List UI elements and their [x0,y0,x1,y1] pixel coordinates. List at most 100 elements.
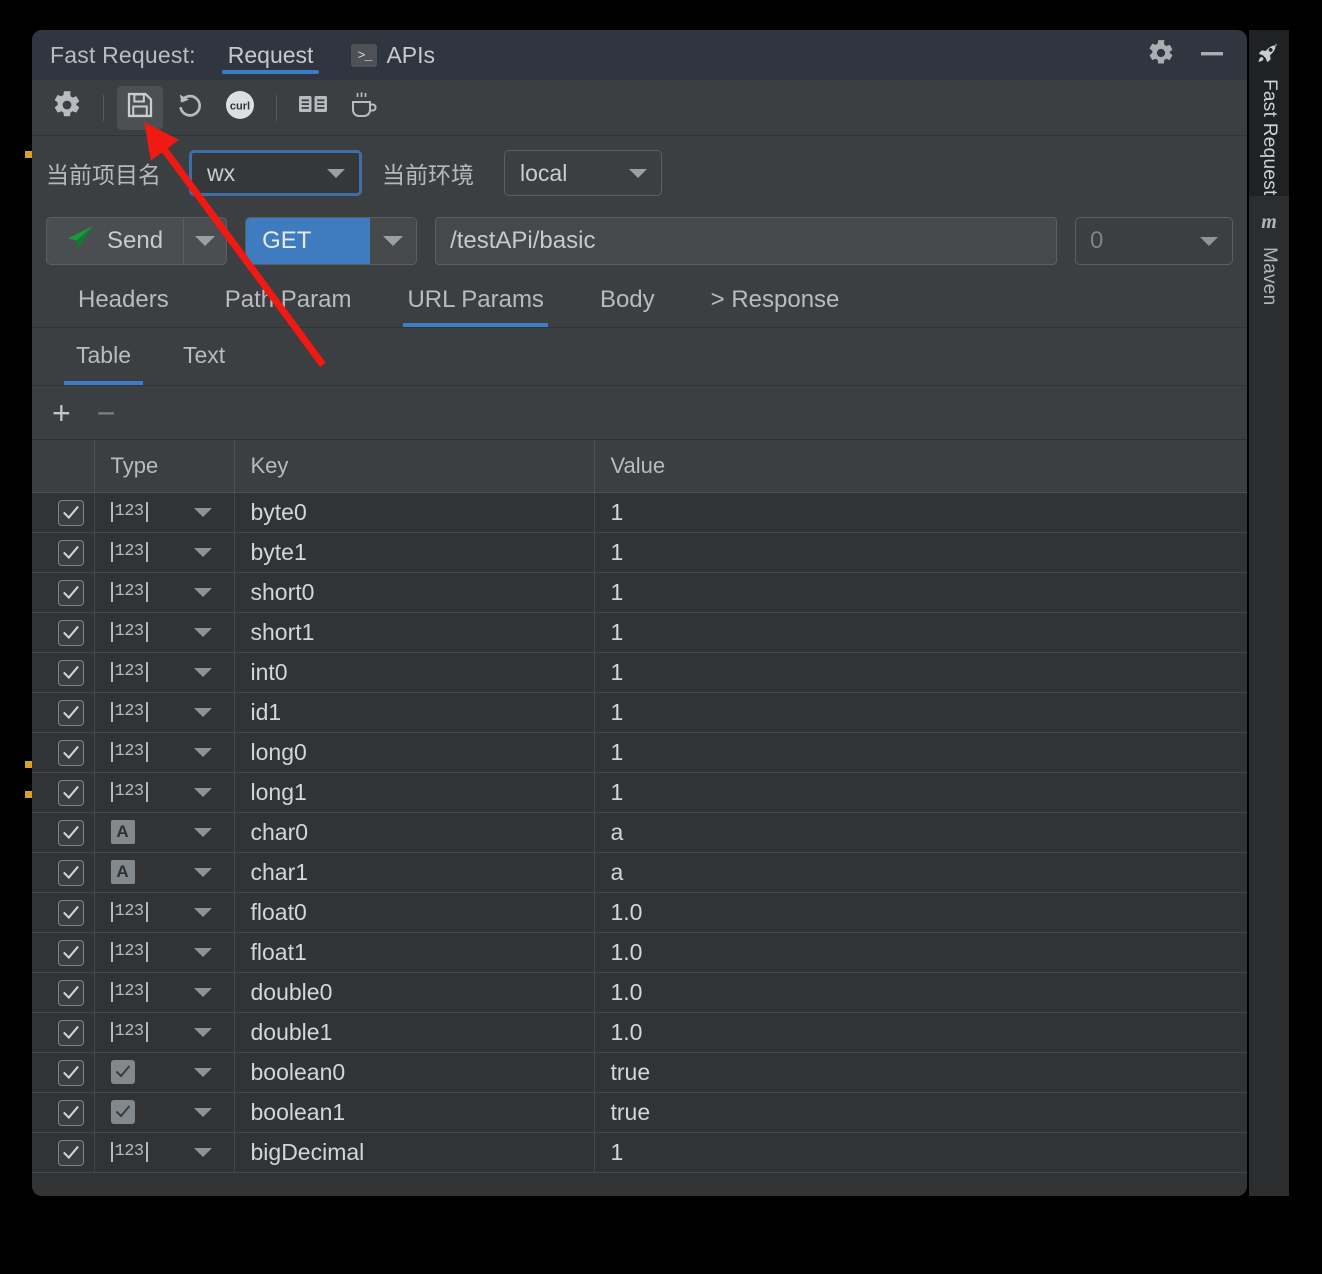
row-type-select[interactable]: 123 [94,652,235,693]
tab-apis[interactable]: >_ APIs [345,30,441,80]
table-row[interactable]: 123 long0 1 [32,732,1247,773]
tab-url-params[interactable]: URL Params [379,286,571,327]
row-key-cell[interactable]: char0 [234,812,595,853]
table-row[interactable]: boolean1 true [32,1092,1247,1133]
send-button-group[interactable]: Send [46,217,228,265]
col-value[interactable]: Value [594,440,1247,493]
table-row[interactable]: 123 short1 1 [32,612,1247,653]
row-enabled-checkbox[interactable] [32,732,95,773]
table-row[interactable]: 123 double0 1.0 [32,972,1247,1013]
tab-body[interactable]: Body [572,286,683,327]
port-select[interactable]: 0 [1075,217,1233,265]
row-key-cell[interactable]: bigDecimal [234,1132,595,1173]
row-enabled-checkbox[interactable] [32,532,95,573]
row-value-cell[interactable]: 1 [594,572,1247,613]
row-value-cell[interactable]: 1.0 [594,1012,1247,1053]
row-key-cell[interactable]: short1 [234,612,595,653]
url-input[interactable]: /testAPi/basic [435,217,1057,265]
minimize-icon[interactable] [1197,39,1227,72]
row-value-cell[interactable]: 1 [594,732,1247,773]
tab-request[interactable]: Request [221,30,320,80]
table-row[interactable]: 123 bigDecimal 1 [32,1132,1247,1173]
tab-headers[interactable]: Headers [50,286,197,327]
row-enabled-checkbox[interactable] [32,772,95,813]
project-select[interactable]: wx [189,150,362,196]
row-value-cell[interactable]: 1.0 [594,932,1247,973]
sidebar-item-maven[interactable]: m Maven [1249,196,1289,306]
table-row[interactable]: Achar1 a [32,852,1247,893]
row-key-cell[interactable]: float1 [234,932,595,973]
row-enabled-checkbox[interactable] [32,1012,95,1053]
curl-button[interactable]: curl [217,86,263,130]
tab-response[interactable]: > Response [683,286,868,327]
table-row[interactable]: 123 float0 1.0 [32,892,1247,933]
row-type-select[interactable] [94,1092,235,1133]
row-key-cell[interactable]: byte0 [234,492,595,533]
row-enabled-checkbox[interactable] [32,812,95,853]
row-value-cell[interactable]: true [594,1092,1247,1133]
table-row[interactable]: boolean0 true [32,1052,1247,1093]
sidebar-item-fast-request[interactable]: Fast Request [1249,30,1289,196]
row-type-select[interactable]: 123 [94,732,235,773]
row-key-cell[interactable]: long0 [234,732,595,773]
row-value-cell[interactable]: true [594,1052,1247,1093]
row-value-cell[interactable]: 1 [594,772,1247,813]
row-enabled-checkbox[interactable] [32,892,95,933]
row-type-select[interactable]: 123 [94,532,235,573]
row-type-select[interactable]: 123 [94,1012,235,1053]
table-row[interactable]: 123 double1 1.0 [32,1012,1247,1053]
row-type-select[interactable]: 123 [94,572,235,613]
row-type-select[interactable]: 123 [94,1132,235,1173]
method-select[interactable]: GET [245,217,418,265]
coffee-button[interactable] [340,86,386,130]
reset-button[interactable] [167,86,213,130]
row-key-cell[interactable]: byte1 [234,532,595,573]
row-key-cell[interactable]: int0 [234,652,595,693]
tab-path-param[interactable]: Path Param [197,286,380,327]
row-key-cell[interactable]: long1 [234,772,595,813]
col-enabled[interactable] [32,440,95,493]
col-key[interactable]: Key [234,440,595,493]
row-type-select[interactable]: 123 [94,972,235,1013]
table-row[interactable]: 123 id1 1 [32,692,1247,733]
row-type-select[interactable]: A [94,812,235,853]
row-value-cell[interactable]: 1.0 [594,892,1247,933]
row-key-cell[interactable]: float0 [234,892,595,933]
row-value-cell[interactable]: 1 [594,612,1247,653]
row-enabled-checkbox[interactable] [32,852,95,893]
row-value-cell[interactable]: a [594,852,1247,893]
table-row[interactable]: 123 float1 1.0 [32,932,1247,973]
table-row[interactable]: 123 short0 1 [32,572,1247,613]
row-enabled-checkbox[interactable] [32,1092,95,1133]
row-value-cell[interactable]: 1 [594,532,1247,573]
tab-text[interactable]: Text [157,342,251,385]
row-type-select[interactable]: 123 [94,892,235,933]
row-enabled-checkbox[interactable] [32,692,95,733]
row-enabled-checkbox[interactable] [32,612,95,653]
row-value-cell[interactable]: 1 [594,492,1247,533]
row-key-cell[interactable]: boolean1 [234,1092,595,1133]
save-button[interactable] [117,85,163,130]
row-type-select[interactable]: 123 [94,492,235,533]
row-type-select[interactable]: 123 [94,772,235,813]
row-enabled-checkbox[interactable] [32,652,95,693]
environment-select[interactable]: local [504,150,662,196]
row-value-cell[interactable]: 1.0 [594,972,1247,1013]
row-enabled-checkbox[interactable] [32,932,95,973]
row-enabled-checkbox[interactable] [32,572,95,613]
table-row[interactable]: 123 byte0 1 [32,492,1247,533]
row-value-cell[interactable]: 1 [594,1132,1247,1173]
send-button[interactable]: Send [47,218,183,264]
row-key-cell[interactable]: char1 [234,852,595,893]
docs-button[interactable] [290,86,336,130]
row-enabled-checkbox[interactable] [32,1132,95,1173]
toolbar-settings-button[interactable] [44,86,90,130]
row-key-cell[interactable]: double0 [234,972,595,1013]
row-enabled-checkbox[interactable] [32,1052,95,1093]
row-value-cell[interactable]: 1 [594,692,1247,733]
table-row[interactable]: 123 byte1 1 [32,532,1247,573]
row-enabled-checkbox[interactable] [32,492,95,533]
gear-icon[interactable] [1147,39,1175,72]
row-key-cell[interactable]: double1 [234,1012,595,1053]
send-options-button[interactable] [184,218,226,264]
